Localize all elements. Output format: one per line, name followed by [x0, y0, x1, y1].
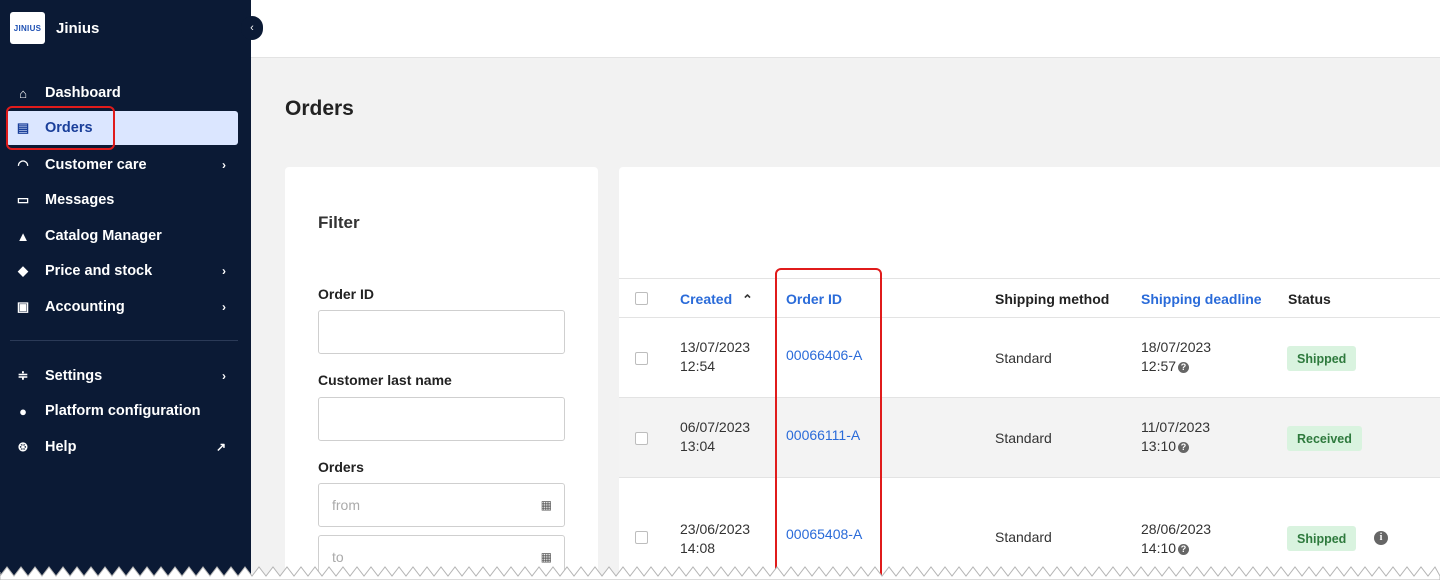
shipping-deadline-cell: 18/07/2023 12:57? — [1141, 338, 1211, 376]
shipping-method-cell: Standard — [995, 529, 1052, 545]
table-header: Created ⌃ Order ID Shipping method Shipp… — [619, 278, 1440, 318]
customer-last-name-input[interactable] — [318, 397, 565, 441]
deadline-time: 13:10 — [1141, 438, 1177, 454]
order-id-label: Order ID — [318, 286, 375, 302]
sidebar-item-messages[interactable]: ▭ Messages — [6, 183, 238, 217]
chevron-right-icon: › — [222, 264, 226, 278]
created-cell: 13/07/2023 12:54 — [680, 338, 750, 376]
deadline-time: 12:57 — [1141, 358, 1177, 374]
shipping-deadline-cell: 11/07/2023 13:10? — [1141, 418, 1210, 456]
deadline-time: 14:10 — [1141, 540, 1177, 556]
sidebar-item-label: Settings — [45, 368, 103, 384]
sidebar-item-help[interactable]: ⊛ Help ↗ — [6, 430, 238, 464]
headset-icon: ◠ — [17, 157, 29, 172]
sidebar-item-label: Help — [45, 439, 77, 455]
chevron-right-icon: › — [222, 369, 226, 383]
orders-from-input[interactable]: from ▦ — [318, 483, 565, 527]
chevron-right-icon: › — [222, 158, 226, 172]
sort-ascending-icon: ⌃ — [742, 292, 753, 307]
sidebar-item-label: Price and stock — [45, 263, 153, 279]
from-placeholder: from — [332, 497, 360, 513]
shipping-method-cell: Standard — [995, 350, 1052, 366]
calendar-icon[interactable]: ▦ — [541, 498, 552, 512]
row-checkbox[interactable] — [635, 531, 648, 544]
status-badge: Shipped — [1287, 346, 1357, 371]
select-all-checkbox[interactable] — [635, 292, 648, 305]
sidebar-item-catalog-manager[interactable]: ▲ Catalog Manager — [6, 219, 238, 253]
top-bar — [251, 0, 1440, 58]
question-circle-icon[interactable]: ? — [1178, 361, 1190, 373]
table-row[interactable]: 06/07/2023 13:04 00066111-A Standard 11/… — [619, 398, 1440, 478]
sidebar-collapse-button[interactable]: ‹ — [241, 16, 263, 40]
sidebar-item-customer-care[interactable]: ◠ Customer care › — [6, 148, 238, 182]
sidebar-item-label: Messages — [45, 192, 115, 208]
sidebar-divider — [10, 340, 238, 341]
orders-table-panel: Created ⌃ Order ID Shipping method Shipp… — [619, 167, 1440, 580]
sidebar: JINIUS Jinius ⌂ Dashboard ▤ Orders ◠ Cus… — [0, 0, 251, 580]
filter-panel: Filter Order ID Customer last name Order… — [285, 167, 598, 580]
created-cell: 06/07/2023 13:04 — [680, 418, 750, 456]
column-created[interactable]: Created ⌃ — [680, 291, 753, 308]
created-cell: 23/06/2023 14:08 — [680, 520, 750, 558]
created-time: 12:54 — [680, 358, 716, 374]
table-row[interactable]: 13/07/2023 12:54 00066406-A Standard 18/… — [619, 318, 1440, 398]
order-id-input[interactable] — [318, 310, 565, 354]
sidebar-item-accounting[interactable]: ▣ Accounting › — [6, 290, 238, 324]
row-checkbox[interactable] — [635, 432, 648, 445]
column-shipping-deadline[interactable]: Shipping deadline — [1141, 291, 1262, 307]
sidebar-item-settings[interactable]: ≑ Settings › — [6, 359, 238, 393]
chat-icon: ▭ — [16, 192, 30, 207]
deadline-date: 11/07/2023 — [1141, 419, 1211, 435]
deadline-date: 18/07/2023 — [1141, 339, 1212, 355]
status-badge: Received — [1287, 426, 1362, 451]
chevron-left-icon: ‹ — [250, 22, 254, 34]
sidebar-item-label: Platform configuration — [45, 403, 201, 419]
question-circle-icon[interactable]: ? — [1178, 441, 1190, 453]
brand-logo: JINIUS — [10, 12, 45, 44]
row-checkbox[interactable] — [635, 352, 648, 365]
question-circle-icon[interactable]: ? — [1178, 543, 1190, 555]
external-link-icon: ↗ — [215, 440, 226, 454]
created-date: 06/07/2023 — [680, 419, 751, 435]
column-status: Status — [1288, 291, 1331, 307]
tag-icon: ◆ — [18, 263, 28, 278]
created-date: 13/07/2023 — [680, 339, 751, 355]
home-icon: ⌂ — [19, 85, 27, 101]
shipping-deadline-cell: 28/06/2023 14:10? — [1141, 520, 1211, 558]
page-title: Orders — [285, 97, 354, 120]
sidebar-item-label: Dashboard — [45, 85, 121, 101]
status-badge: Shipped — [1287, 526, 1357, 551]
customer-last-name-label: Customer last name — [318, 372, 452, 388]
life-ring-icon: ⊛ — [17, 439, 29, 454]
sidebar-item-label: Accounting — [45, 299, 125, 315]
orders-highlight-box — [6, 106, 115, 150]
column-created-label: Created — [680, 291, 733, 307]
file-invoice-icon: ▣ — [16, 299, 30, 314]
orders-date-label: Orders — [318, 459, 364, 475]
column-shipping-method: Shipping method — [995, 291, 1110, 307]
created-time: 14:08 — [680, 540, 716, 556]
brand[interactable]: JINIUS Jinius — [10, 12, 99, 44]
brand-name: Jinius — [56, 19, 100, 37]
sliders-icon: ≑ — [17, 368, 29, 383]
chevron-right-icon: › — [222, 300, 226, 314]
sidebar-item-price-and-stock[interactable]: ◆ Price and stock › — [6, 254, 238, 288]
sidebar-item-label: Catalog Manager — [45, 228, 162, 244]
info-circle-icon: ● — [19, 403, 27, 419]
sidebar-item-label: Customer care — [45, 157, 147, 173]
torn-edge-decoration — [0, 566, 1440, 580]
created-date: 23/06/2023 — [680, 521, 751, 537]
deadline-date: 28/06/2023 — [1141, 521, 1212, 537]
created-time: 13:04 — [680, 438, 716, 454]
info-icon[interactable]: i — [1374, 531, 1388, 545]
sidebar-item-platform-configuration[interactable]: ● Platform configuration — [6, 394, 238, 428]
filter-title: Filter — [318, 213, 360, 232]
sidebar-item-dashboard[interactable]: ⌂ Dashboard — [6, 76, 238, 110]
boxes-icon: ▲ — [16, 228, 30, 244]
shipping-method-cell: Standard — [995, 430, 1052, 446]
order-id-highlight-box — [775, 268, 882, 580]
